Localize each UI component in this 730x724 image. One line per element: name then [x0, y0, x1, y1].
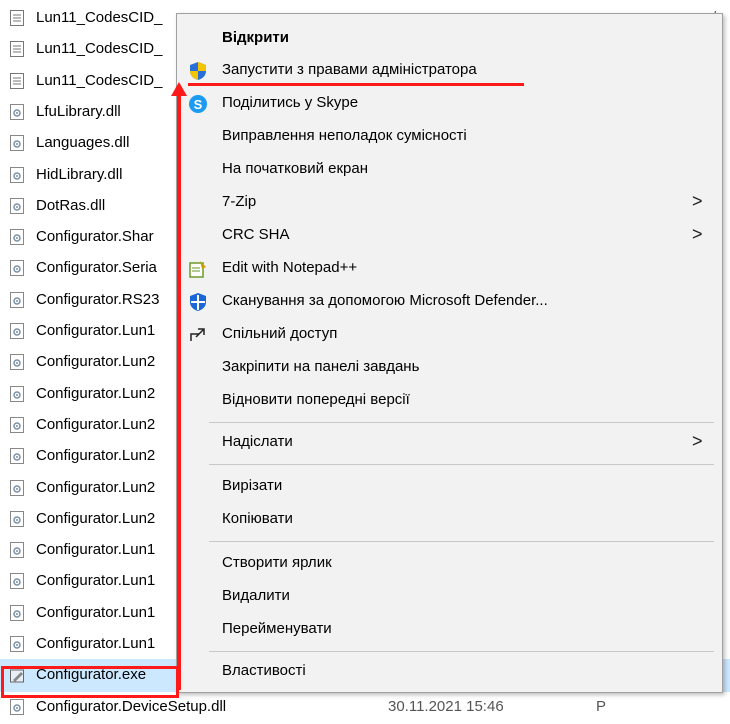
file-name: Configurator.Lun2 — [36, 353, 156, 371]
file-name: Configurator.DeviceSetup.dll — [36, 697, 227, 715]
svg-text:S: S — [194, 97, 203, 112]
menu-item-crc-sha[interactable]: CRC SHA > — [177, 220, 722, 252]
file-name: Configurator.Lun2 — [36, 415, 156, 433]
context-menu: Відкрити Запустити з правами адміністрат… — [176, 13, 723, 693]
file-name: Configurator.Lun1 — [36, 541, 156, 559]
file-type: Р — [596, 697, 607, 715]
menu-item-label: Закріпити на панелі завдань — [222, 358, 420, 375]
menu-item-7zip[interactable]: 7-Zip > — [177, 187, 722, 219]
menu-item-notepad[interactable]: Edit with Notepad++ — [177, 253, 722, 285]
file-name: Configurator.Lun2 — [36, 478, 156, 496]
notepad-plus-icon — [189, 261, 206, 278]
menu-item-pin-taskbar[interactable]: Закріпити на панелі завдань — [177, 352, 722, 384]
menu-item-defender[interactable]: Сканування за допомогою Microsoft Defend… — [177, 286, 722, 318]
menu-item-label: Надіслати — [222, 433, 293, 450]
annotation-underline — [188, 83, 524, 86]
menu-item-label: На початковий екран — [222, 160, 369, 177]
file-name: Configurator.Seria — [36, 259, 157, 277]
file-name: Configurator.Lun2 — [36, 447, 156, 465]
annotation-arrow-shaft — [177, 96, 181, 690]
menu-item-label: Відновити попередні версії — [222, 391, 410, 408]
chevron-right-icon: > — [692, 224, 703, 244]
menu-item-copy[interactable]: Копіювати — [177, 504, 722, 536]
defender-shield-icon — [190, 293, 206, 311]
menu-item-label: Властивості — [222, 662, 306, 679]
menu-separator — [209, 541, 714, 542]
menu-separator — [209, 651, 714, 652]
menu-item-label: Поділитись у Skype — [222, 94, 359, 111]
menu-item-label: Edit with Notepad++ — [222, 259, 358, 276]
file-name: Configurator.Lun1 — [36, 635, 156, 652]
menu-separator — [209, 422, 714, 423]
file-name: Lun11_CodesCID_ — [36, 40, 163, 58]
file-name: Lun11_CodesCID_ — [36, 9, 163, 26]
menu-item-label: Видалити — [222, 587, 290, 604]
file-name: Configurator.Lun2 — [36, 509, 156, 527]
menu-item-troubleshoot[interactable]: Виправлення неполадок сумісності — [177, 121, 722, 153]
menu-item-label: Створити ярлик — [222, 554, 332, 571]
menu-separator — [209, 464, 714, 465]
file-name: LfuLibrary.dll — [36, 102, 121, 120]
menu-item-label: Сканування за допомогою Microsoft Defend… — [222, 292, 548, 309]
file-name: Lun11_CodesCID_ — [36, 71, 163, 89]
menu-item-label: Копіювати — [222, 510, 293, 527]
menu-item-share[interactable]: Спільний доступ — [177, 319, 722, 351]
file-name: Languages.dll — [36, 134, 130, 152]
menu-item-label: Перейменувати — [222, 620, 332, 637]
file-name: Configurator.Shar — [36, 228, 154, 246]
menu-item-properties[interactable]: Властивості — [177, 656, 722, 688]
skype-icon: S — [189, 95, 207, 113]
menu-item-label: Спільний доступ — [222, 325, 338, 342]
menu-item-create-shortcut[interactable]: Створити ярлик — [177, 548, 722, 580]
file-name: Configurator.RS23 — [36, 290, 160, 308]
menu-item-share-skype[interactable]: S Поділитись у Skype — [177, 88, 722, 120]
file-name: DotRas.dll — [36, 196, 106, 214]
menu-item-label: CRC SHA — [222, 226, 290, 243]
menu-item-label: 7-Zip — [222, 193, 257, 210]
chevron-right-icon: > — [692, 431, 703, 451]
share-icon — [190, 328, 205, 341]
file-name: Configurator.Lun1 — [36, 572, 156, 590]
file-date: 30.11.2021 15:46 — [388, 697, 504, 715]
file-name: Configurator.Lun2 — [36, 384, 156, 402]
menu-item-label: Виправлення неполадок сумісності — [222, 127, 467, 144]
file-name: Configurator.Lun1 — [36, 322, 156, 339]
menu-item-rename[interactable]: Перейменувати — [177, 614, 722, 646]
annotation-arrow-head-icon — [171, 82, 187, 96]
menu-item-restore-versions[interactable]: Відновити попередні версії — [177, 385, 722, 417]
menu-item-cut[interactable]: Вирізати — [177, 471, 722, 503]
annotation-box — [1, 666, 179, 698]
menu-item-delete[interactable]: Видалити — [177, 581, 722, 613]
menu-item-send-to[interactable]: Надіслати > — [177, 427, 722, 459]
uac-shield-icon — [190, 62, 206, 80]
menu-item-open[interactable]: Відкрити — [177, 23, 722, 55]
menu-item-label: Відкрити — [222, 29, 289, 46]
file-name: Configurator.Lun1 — [36, 603, 156, 621]
chevron-right-icon: > — [692, 191, 703, 211]
file-name: HidLibrary.dll — [36, 165, 123, 183]
menu-item-label: Запустити з правами адміністратора — [222, 61, 477, 78]
menu-item-label: Вирізати — [222, 477, 283, 494]
menu-item-pin-start[interactable]: На початковий екран — [177, 154, 722, 186]
